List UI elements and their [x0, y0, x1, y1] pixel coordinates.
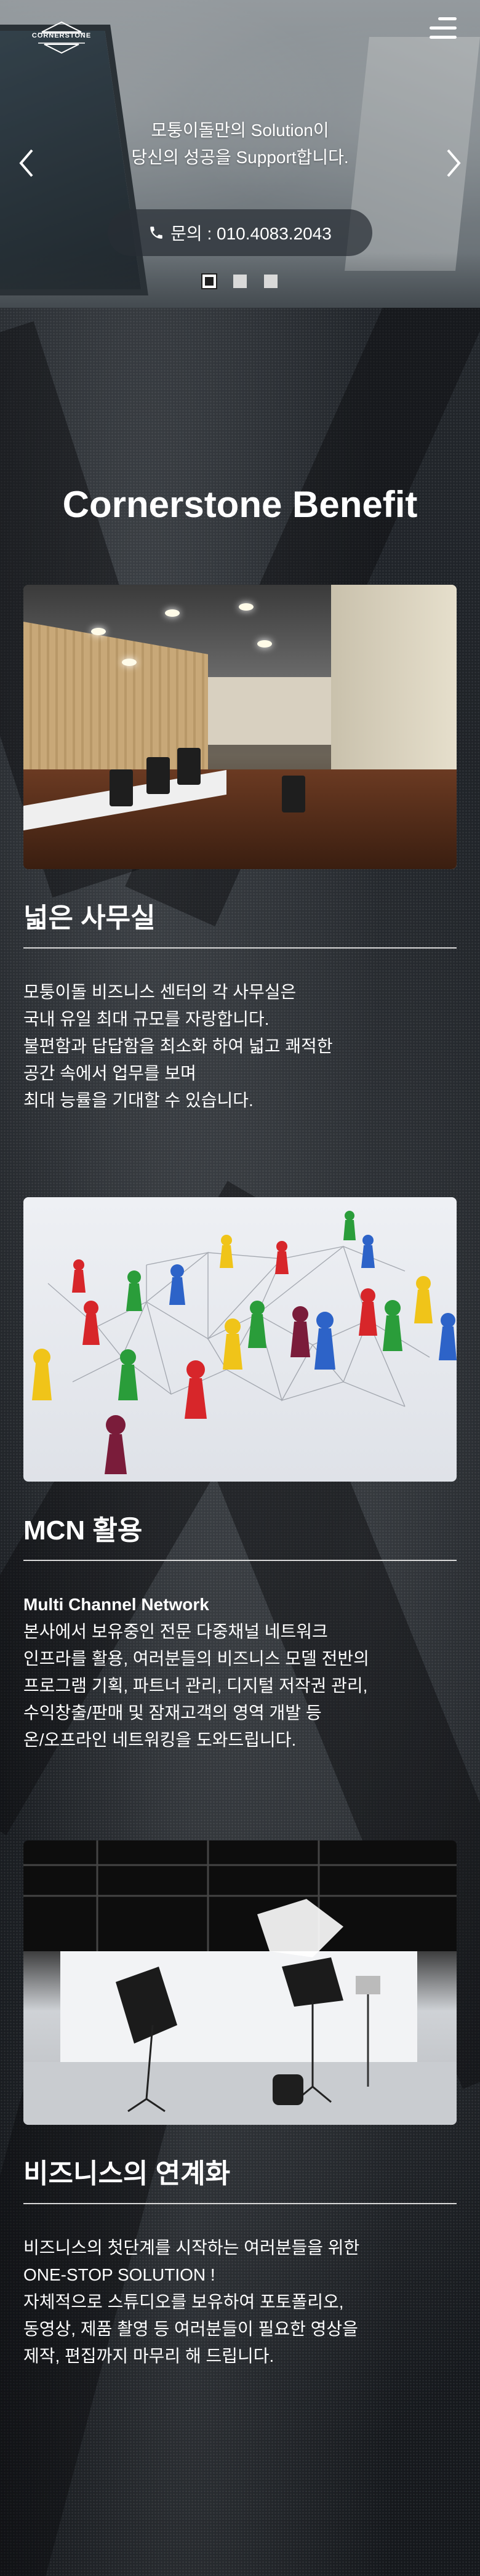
card-description-line: 자체적으로 스튜디오를 보유하여 포토폴리오, [23, 2292, 344, 2311]
card-description-line: 인프라를 활용, 여러분들의 비즈니스 모델 전반의 [23, 1649, 369, 1668]
card-description-line: 최대 능률을 기대할 수 있습니다. [23, 1091, 254, 1110]
contact-phone-label: 문의 : 010.4083.2043 [170, 224, 332, 243]
card-description-line: 불편함과 답답함을 최소화 하여 넓고 쾌적한 [23, 1037, 333, 1056]
hero-headline: 모퉁이돌만의 Solution이 당신의 성공을 Support합니다. [0, 117, 480, 171]
chevron-left-icon[interactable] [17, 148, 36, 179]
cornerstone-logo[interactable]: CORNERSTONE [25, 11, 98, 54]
section-title: Cornerstone Benefit [62, 484, 418, 525]
card-title: 넓은 사무실 [23, 903, 156, 933]
slider-dot-1[interactable] [201, 273, 217, 289]
card-description: 모퉁이돌 비즈니스 센터의 각 사무실은 국내 유일 최대 규모를 자랑합니다.… [23, 979, 457, 1114]
benefit-card-studio: 비즈니스의 연계화 비즈니스의 첫단계를 시작하는 여러분들을 위한 ONE-S… [23, 1840, 457, 2365]
network-pawns-photo [23, 1197, 457, 1482]
hero-headline-line-1: 모퉁이돌만의 Solution이 [151, 121, 329, 140]
card-description-line: 제작, 편집까지 마무리 해 드립니다. [23, 2346, 274, 2365]
phone-icon [148, 225, 164, 241]
hamburger-menu-icon[interactable] [430, 17, 457, 39]
card-description-line: 온/오프라인 네트워킹을 도와드립니다. [23, 1730, 297, 1749]
card-description-line: 수익창출/판매 및 잠재고객의 영역 개발 등 [23, 1703, 322, 1722]
benefit-card-mcn: MCN 활용 Multi Channel Network 본사에서 보유중인 전… [23, 1197, 457, 1749]
office-photo [23, 585, 457, 869]
hero-slider: CORNERSTONE 모퉁이돌만의 Solution이 당신의 성공을 Sup… [0, 0, 480, 308]
card-description-line: 동영상, 제품 촬영 등 여러분들이 필요한 영상을 [23, 2319, 358, 2338]
card-description-line: 프로그램 기획, 파트너 관리, 디지털 저작권 관리, [23, 1676, 368, 1695]
card-divider [23, 2203, 457, 2204]
studio-photo [23, 1840, 457, 2125]
card-description: Multi Channel Network 본사에서 보유중인 전문 다중채널 … [23, 1591, 457, 1754]
card-title: MCN 활용 [23, 1515, 143, 1546]
card-description-line: 공간 속에서 업무를 보며 [23, 1064, 196, 1083]
card-title: 비즈니스의 연계화 [23, 2159, 231, 2189]
logo-text: CORNERSTONE [31, 32, 92, 39]
benefit-section: Cornerstone Benefit 넓은 사무실 모퉁이돌 비즈니스 센터의… [0, 308, 480, 2576]
card-divider [23, 947, 457, 949]
card-description: 비즈니스의 첫단계를 시작하는 여러분들을 위한 ONE-STOP SOLUTI… [23, 2234, 457, 2370]
card-subtitle: Multi Channel Network [23, 1595, 209, 1614]
slider-dot-3[interactable] [264, 275, 278, 288]
contact-phone-button[interactable]: 문의 : 010.4083.2043 [108, 209, 372, 256]
hero-headline-line-2: 당신의 성공을 Support합니다. [131, 148, 349, 167]
chevron-right-icon[interactable] [444, 148, 463, 179]
card-description-line: 본사에서 보유중인 전문 다중채널 네트워크 [23, 1622, 328, 1641]
card-description-line: ONE-STOP SOLUTION ! [23, 2265, 215, 2284]
card-description-line: 모퉁이돌 비즈니스 센터의 각 사무실은 [23, 982, 297, 1001]
slider-pagination [0, 273, 480, 289]
card-description-line: 비즈니스의 첫단계를 시작하는 여러분들을 위한 [23, 2238, 360, 2257]
benefit-card-office: 넓은 사무실 모퉁이돌 비즈니스 센터의 각 사무실은 국내 유일 최대 규모를… [23, 585, 457, 1110]
slider-dot-2[interactable] [233, 275, 247, 288]
card-description-line: 국내 유일 최대 규모를 자랑합니다. [23, 1009, 270, 1029]
card-divider [23, 1560, 457, 1561]
